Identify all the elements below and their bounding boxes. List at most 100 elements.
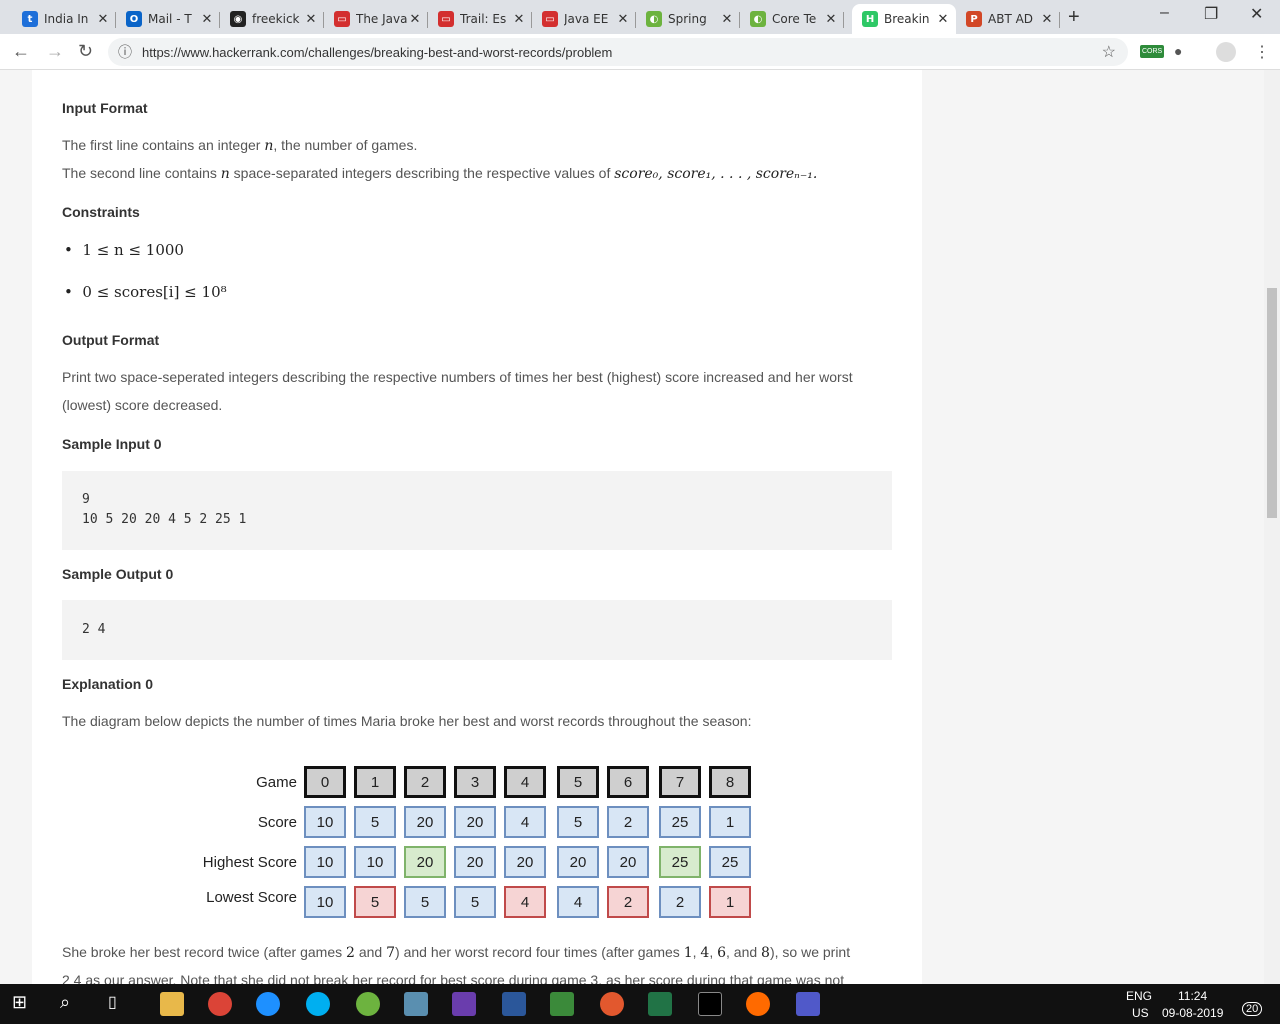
browser-tab[interactable]: ▭ Java EE ✕ [532,4,636,34]
tab-close-icon[interactable]: ✕ [616,12,630,27]
minimize-button[interactable]: – [1160,4,1169,22]
postman-icon[interactable] [600,992,624,1016]
word-icon[interactable] [502,992,526,1016]
diagram-cell-lowest: 10 [304,886,346,918]
browser-tab[interactable]: t India In ✕ [12,4,116,34]
tab-close-icon[interactable]: ✕ [720,12,734,27]
back-button[interactable]: ← [12,41,30,62]
browser-tab[interactable]: P ABT AD ✕ [956,4,1060,34]
tab-favicon-icon: t [22,11,38,27]
input-format-line1: The first line contains an integer n, th… [62,137,417,154]
diagram-cell-games: 2 [404,766,446,798]
diagram-cell-scores: 2 [607,806,649,838]
diagram-cell-lowest: 4 [557,886,599,918]
tab-close-icon[interactable]: ✕ [1040,12,1054,27]
tab-close-icon[interactable]: ✕ [512,12,526,27]
tab-title: Trail: Es [460,12,507,26]
close-window-button[interactable]: ✕ [1250,4,1263,24]
diagram-cell-highest: 20 [504,846,546,878]
diagram-cell-highest: 20 [607,846,649,878]
tab-title: Core Te [772,12,817,26]
sublime-icon[interactable] [746,992,770,1016]
spring-tool-suite-icon[interactable] [356,992,380,1016]
tab-close-icon[interactable]: ✕ [200,12,214,27]
clock-date[interactable]: 09-08-2019 [1162,1006,1223,1020]
explanation-conclusion-line2: 2 4 as our answer. Note that she did not… [62,972,845,984]
tab-close-icon[interactable]: ✕ [936,12,950,27]
explanation-heading: Explanation 0 [62,676,154,692]
chrome-icon[interactable] [208,992,232,1016]
output-format-line2: (lowest) score decreased. [62,397,223,413]
tab-strip: t India In ✕ O Mail - T ✕ ◉ freekick ✕ ▭ The Java ✕… [0,0,1280,34]
diagram-cell-scores: 25 [659,806,701,838]
diagram-cell-lowest: 2 [659,886,701,918]
text: ), so we print [769,944,851,960]
sample-input-block: 9 10 5 20 20 4 5 2 25 1 [62,471,892,550]
extension-circle-icon[interactable]: ● [1174,43,1182,59]
windows-taskbar: ⊞ ⌕ ▯ ENG US 11:24 09-08-2019 20 [0,984,1280,1024]
input-format-heading: Input Format [62,100,148,116]
problem-statement: Input Format The first line contains an … [32,70,922,984]
page-scrollbar[interactable] [1264,70,1280,984]
tab-favicon-icon: ◉ [230,11,246,27]
constraint-1: • 1 ≤ n ≤ 1000 [64,241,184,259]
browser-tab[interactable]: O Mail - T ✕ [116,4,220,34]
scrollbar-thumb[interactable] [1267,288,1277,518]
diagram-cell-scores: 4 [504,806,546,838]
tab-title: Breakin [884,12,930,26]
browser-tab[interactable]: ◐ Spring ✕ [636,4,740,34]
text: The first line contains an integer [62,137,265,153]
browser-tab[interactable]: H Breakin ✕ [852,4,956,34]
excel-icon[interactable] [648,992,672,1016]
sample-output-block: 2 4 [62,600,892,660]
tab-title: India In [44,12,89,26]
tab-close-icon[interactable]: ✕ [408,12,422,27]
teams-icon[interactable] [796,992,820,1016]
profile-avatar-icon[interactable] [1216,42,1236,62]
search-icon[interactable]: ⌕ [60,992,84,1016]
chrome-menu-icon[interactable]: ⋮ [1254,42,1270,62]
browser-tab[interactable]: ▭ Trail: Es ✕ [428,4,532,34]
browser-tab[interactable]: ◐ Core Te ✕ [740,4,844,34]
file-explorer-icon[interactable] [160,992,184,1016]
reload-button[interactable]: ↻ [78,41,93,62]
sample-input-heading: Sample Input 0 [62,436,162,452]
math: 7 [386,945,396,961]
skype-icon[interactable] [306,992,330,1016]
task-view-icon[interactable]: ▯ [108,992,132,1016]
terminal-icon[interactable] [698,992,722,1016]
tab-close-icon[interactable]: ✕ [824,12,838,27]
language-indicator[interactable]: ENG [1126,989,1152,1003]
notification-badge[interactable]: 20 [1242,1002,1263,1016]
diagram-cell-highest: 10 [304,846,346,878]
cors-extension-icon[interactable]: CORS [1140,45,1165,58]
math: 4 [700,945,710,961]
clock-time[interactable]: 11:24 [1178,989,1207,1003]
internet-explorer-icon[interactable] [256,992,280,1016]
address-bar[interactable]: ⓘ https://www.hackerrank.com/challenges/… [108,38,1128,66]
windows-start-icon[interactable]: ⊞ [12,992,36,1016]
tab-title: Java EE [564,12,609,26]
browser-toolbar: ← → ↻ ⓘ https://www.hackerrank.com/chall… [0,34,1280,70]
diagram-row-label: Score [257,814,297,831]
tab-close-icon[interactable]: ✕ [304,12,318,27]
forward-button[interactable]: → [46,41,64,62]
browser-tab[interactable]: ▭ The Java ✕ [324,4,428,34]
region-indicator[interactable]: US [1132,1006,1149,1020]
tab-favicon-icon: H [862,11,878,27]
new-tab-button[interactable]: + [1068,6,1080,29]
bookmark-star-icon[interactable]: ☆ [1102,42,1116,62]
browser-tab[interactable]: ◉ freekick ✕ [220,4,324,34]
app-icon[interactable] [404,992,428,1016]
math: 6 [717,945,727,961]
diagram-cell-lowest: 2 [607,886,649,918]
git-icon[interactable] [452,992,476,1016]
info-icon[interactable]: ⓘ [118,42,132,62]
diagram-cell-scores: 5 [557,806,599,838]
notepad-icon[interactable] [550,992,574,1016]
url-text[interactable]: https://www.hackerrank.com/challenges/br… [142,45,612,60]
tab-close-icon[interactable]: ✕ [96,12,110,27]
diagram-cell-highest: 25 [659,846,701,878]
page-content: Input Format The first line contains an … [0,70,1280,984]
restore-button[interactable]: ❐ [1204,4,1218,24]
